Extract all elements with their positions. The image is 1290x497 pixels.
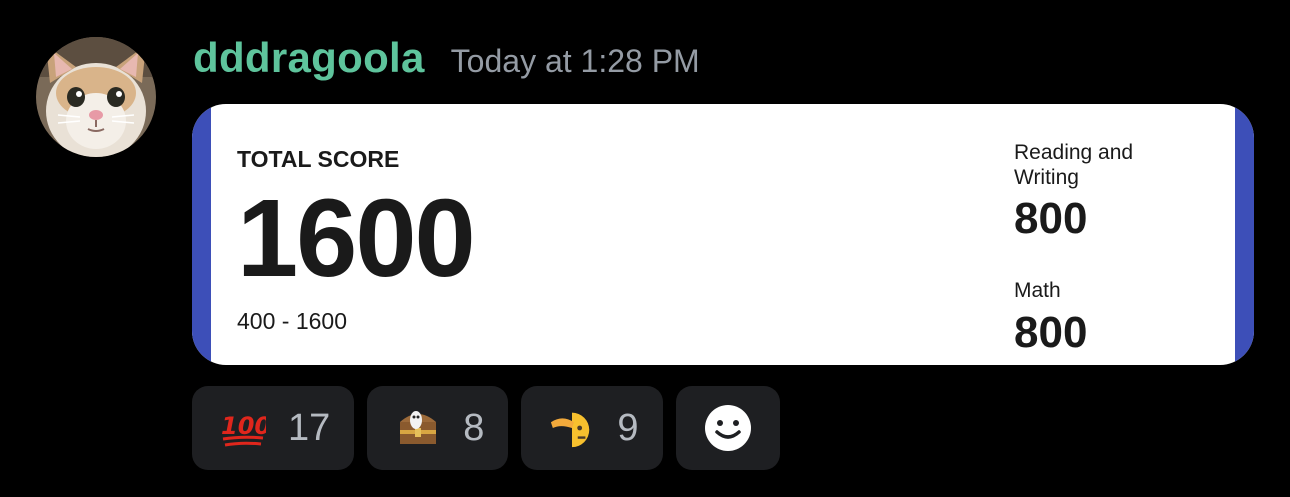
chat-message: dddragoola Today at 1:28 PM TOTAL SCORE … — [0, 0, 1290, 497]
reaction-count: 8 — [463, 406, 485, 449]
accent-bar-right — [1235, 104, 1254, 365]
smiley-face-icon — [704, 405, 751, 451]
section-score-reading-writing: 800 — [1014, 194, 1088, 243]
reaction-saluting-face[interactable]: 9 — [521, 386, 663, 470]
section-score-math: 800 — [1014, 308, 1088, 357]
reaction-treasure-chest[interactable]: 8 — [367, 386, 509, 470]
score-report-image[interactable]: TOTAL SCORE 1600 400 - 1600 Reading and … — [192, 104, 1254, 365]
username[interactable]: dddragoola — [193, 34, 425, 82]
reaction-hundred-points[interactable]: 100 17 — [192, 386, 355, 470]
reaction-bar: 100 17 8 — [192, 386, 780, 470]
accent-bar-left — [192, 104, 211, 365]
total-score-range: 400 - 1600 — [237, 308, 347, 334]
message-header: dddragoola Today at 1:28 PM — [193, 34, 700, 82]
hundred-points-icon: 100 — [220, 405, 266, 451]
section-label-reading-writing: Reading and Writing — [1014, 141, 1134, 190]
total-score-value: 1600 — [237, 177, 476, 300]
timestamp[interactable]: Today at 1:28 PM — [451, 43, 700, 80]
user-avatar[interactable] — [36, 37, 156, 157]
add-reaction-button[interactable] — [675, 386, 780, 470]
section-label-math: Math — [1014, 279, 1061, 302]
cat-avatar-icon — [36, 37, 156, 157]
reaction-count: 17 — [288, 406, 331, 449]
reaction-count: 9 — [617, 406, 639, 449]
total-score-label: TOTAL SCORE — [237, 146, 400, 172]
saluting-face-icon — [549, 405, 595, 451]
treasure-chest-emoji-icon — [395, 405, 441, 451]
